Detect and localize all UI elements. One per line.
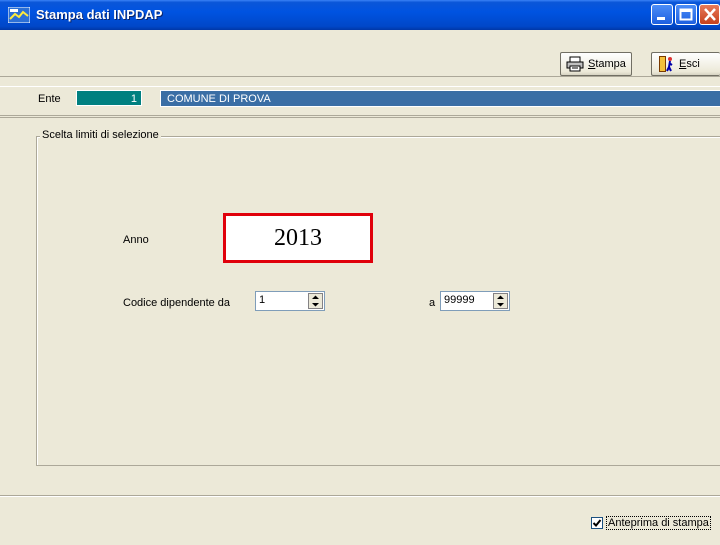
anteprima-label[interactable]: Anteprima di stampa [606,516,711,530]
esci-label: Esci [679,58,700,70]
codice-to-value: 99999 [444,294,475,306]
ente-code-field[interactable]: 1 [76,90,142,106]
esci-button[interactable]: Esci [651,52,720,76]
app-icon [8,7,30,23]
printer-icon [566,56,584,72]
anno-field[interactable]: 2013 [223,213,373,263]
close-button[interactable] [699,4,720,25]
codice-dipendente-label: Codice dipendente da [123,297,231,309]
selection-group-title: Scelta limiti di selezione [40,129,161,141]
app-window: Stampa dati INPDAP Stampa Esci Ente 1 CO… [0,0,720,544]
codice-from-value: 1 [259,294,266,306]
spin-arrows-icon[interactable] [493,293,508,309]
ente-name-field: COMUNE DI PROVA [160,90,720,107]
checkmark-icon [592,519,602,527]
minimize-button[interactable] [651,4,673,25]
exit-door-icon [659,56,673,72]
anteprima-checkbox[interactable] [591,517,603,529]
maximize-button[interactable] [675,4,697,25]
stampa-button[interactable]: Stampa [560,52,632,76]
window-title: Stampa dati INPDAP [36,7,163,22]
maximize-icon [679,8,693,21]
codice-to-label: a [429,297,436,309]
minimize-icon [657,17,665,20]
codice-to-stepper[interactable]: 99999 [440,291,510,311]
anno-label: Anno [123,234,149,246]
stampa-label: Stampa [588,58,626,70]
close-icon [704,8,716,21]
codice-from-stepper[interactable]: 1 [255,291,325,311]
ente-label: Ente [38,93,61,105]
spin-arrows-icon[interactable] [308,293,323,309]
title-bar[interactable]: Stampa dati INPDAP [0,0,720,30]
